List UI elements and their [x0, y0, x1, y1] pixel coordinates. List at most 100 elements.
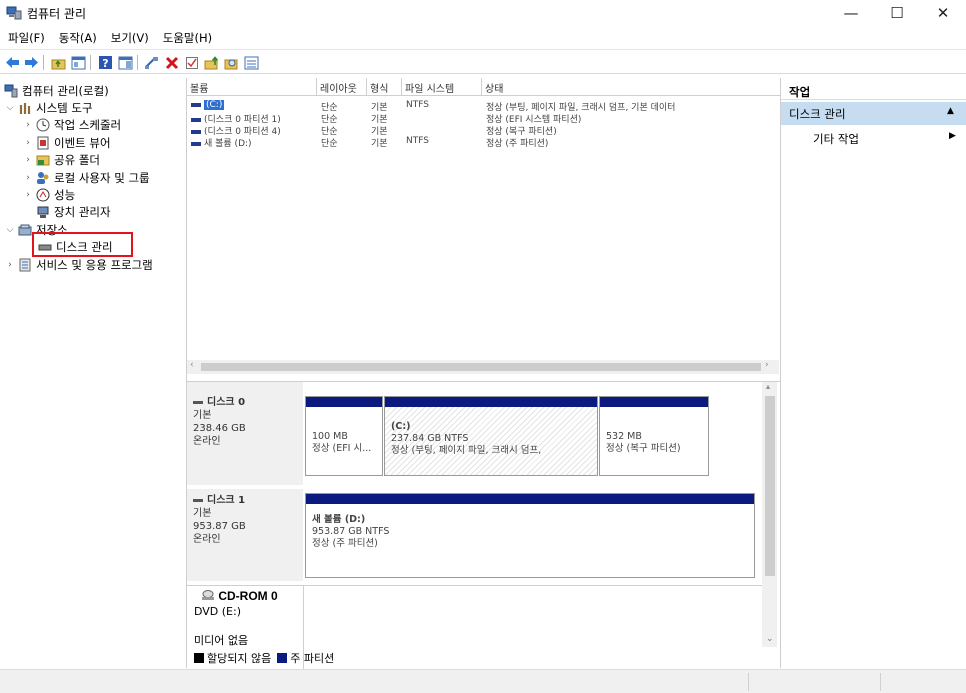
svg-text:?: ? [102, 57, 108, 70]
list-view-button[interactable] [243, 54, 260, 71]
minimize-button[interactable]: — [828, 0, 874, 26]
partition-recovery[interactable]: 532 MB 정상 (복구 파티션) [599, 396, 709, 476]
clock-icon [36, 118, 50, 132]
list-view-icon [244, 56, 259, 69]
disk-type: 기본 [193, 410, 212, 421]
partition-d[interactable]: 새 볼륨 (D:) 953.87 GB NTFS 정상 (주 파티션) [305, 493, 755, 578]
forward-button[interactable] [23, 54, 40, 71]
device-manager-icon [37, 206, 49, 218]
vertical-scrollbar[interactable]: ▴ ⌄ [762, 382, 777, 647]
tree-item-local-users[interactable]: › 로컬 사용자 및 그룹 [22, 169, 150, 187]
volume-cell: (디스크 0 파티션 4) [187, 124, 317, 135]
tree-label: 공유 폴더 [54, 153, 100, 167]
maximize-button[interactable]: ☐ [874, 0, 920, 26]
volume-cell: 새 볼륨 (D:) [187, 136, 317, 147]
layout-cell: 단순 [321, 127, 338, 135]
disk-0-info[interactable]: 디스크 0 기본 238.46 GB 온라인 [193, 396, 246, 448]
scroll-down-icon[interactable]: ⌄ [766, 634, 774, 644]
type-cell: 기본 [371, 127, 388, 135]
show-action-pane-button[interactable] [117, 54, 134, 71]
chevron-down-icon[interactable]: ⌵ [4, 225, 16, 235]
console-tree-icon [71, 56, 86, 69]
selection-highlight-box [32, 232, 133, 257]
search-folder-button[interactable] [223, 54, 240, 71]
menu-action[interactable]: 동작(A) [57, 28, 99, 48]
menu-file[interactable]: 파일(F) [6, 28, 47, 48]
up-folder-button[interactable] [50, 54, 67, 71]
folder-search-icon [224, 59, 238, 69]
menu-view[interactable]: 보기(V) [109, 28, 151, 48]
connect-button[interactable] [143, 54, 160, 71]
table-row[interactable]: 새 볼륨 (D:) 단순 기본 NTFS 정상 (주 파티션) [187, 136, 780, 147]
close-button[interactable]: ✕ [920, 0, 966, 26]
table-row[interactable]: (디스크 0 파티션 4) 단순 기본 정상 (복구 파티션) [187, 124, 780, 135]
computer-management-icon [4, 84, 18, 98]
tree-item-system-tools[interactable]: ⌵ 시스템 도구 [4, 99, 93, 117]
checklist-icon [185, 56, 198, 69]
column-header-layout[interactable]: 레이아웃 [317, 78, 367, 96]
event-viewer-icon [37, 136, 49, 150]
tree-item-event-viewer[interactable]: › 이벤트 뷰어 [22, 134, 110, 152]
tree-item-device-manager[interactable]: 장치 관리자 [34, 203, 111, 221]
layout-cell: 단순 [321, 139, 338, 147]
type-cell: 기본 [371, 115, 388, 123]
disk-1-info[interactable]: 디스크 1 기본 953.87 GB 온라인 [193, 494, 246, 546]
chevron-right-icon[interactable]: › [22, 173, 34, 183]
volume-cell: (C:) [187, 100, 317, 111]
scrollbar-thumb[interactable] [765, 396, 775, 576]
close-icon: ✕ [936, 4, 950, 22]
partition-legend: 할당되지 않음 주 파티션 [194, 650, 334, 666]
column-header-status[interactable]: 상태 [482, 78, 780, 96]
partition-efi[interactable]: 100 MB 정상 (EFI 시... [305, 396, 383, 476]
cdrom-drive: DVD (E:) [194, 605, 242, 618]
table-row[interactable]: (디스크 0 파티션 1) 단순 기본 정상 (EFI 시스템 파티션) [187, 112, 780, 123]
chevron-right-icon[interactable]: › [22, 120, 34, 130]
chevron-right-icon[interactable]: › [4, 260, 16, 270]
tree-item-services-apps[interactable]: › 서비스 및 응용 프로그램 [4, 256, 153, 274]
chevron-down-icon[interactable]: ⌵ [4, 103, 16, 113]
column-header-volume[interactable]: 볼륨 [187, 78, 317, 96]
delete-button[interactable] [163, 54, 180, 71]
disk-name: 디스크 0 [207, 397, 246, 408]
tree-label: 로컬 사용자 및 그룹 [54, 171, 150, 185]
delete-x-icon [165, 56, 178, 69]
users-icon [37, 172, 49, 184]
menu-help[interactable]: 도움말(H) [161, 28, 214, 48]
filesystem-cell [402, 124, 482, 135]
scroll-left-icon[interactable]: ‹ [190, 360, 194, 370]
properties-button[interactable] [183, 54, 200, 71]
chevron-right-icon[interactable]: › [22, 155, 34, 165]
chevron-right-icon[interactable]: › [22, 138, 34, 148]
help-button[interactable]: ? [97, 54, 114, 71]
column-header-filesystem[interactable]: 파일 시스템 [402, 78, 482, 96]
scrollbar-thumb[interactable] [201, 363, 761, 371]
tree-item-task-scheduler[interactable]: › 작업 스케줄러 [22, 116, 121, 134]
shared-folder-icon [36, 155, 50, 166]
collapse-up-icon[interactable]: ▲ [947, 106, 954, 116]
layout-cell: 단순 [321, 103, 338, 111]
column-header-type[interactable]: 형식 [367, 78, 402, 96]
volume-list-header: 볼륨 레이아웃 형식 파일 시스템 상태 [187, 78, 780, 96]
window-title: 컴퓨터 관리 [27, 7, 87, 21]
filesystem-cell: NTFS [406, 100, 429, 110]
back-button[interactable] [4, 54, 21, 71]
show-hide-tree-button[interactable] [70, 54, 87, 71]
partition-c[interactable]: (C:) 237.84 GB NTFS 정상 (부팅, 페이지 파일, 크래시 덤프… [384, 396, 598, 476]
import-button[interactable] [203, 54, 220, 71]
actions-pane: 작업 디스크 관리 ▲ 기타 작업 ▶ [780, 78, 966, 668]
cdrom-info[interactable]: CD-ROM 0 DVD (E:) 미디어 없음 [194, 589, 278, 648]
cdrom-name: CD-ROM 0 [218, 589, 278, 603]
action-more-actions[interactable]: 기타 작업 ▶ [781, 127, 966, 147]
action-group-label: 디스크 관리 [789, 107, 846, 121]
title-bar: 컴퓨터 관리 — ☐ ✕ [0, 0, 966, 26]
tree-item-shared-folders[interactable]: › 공유 폴더 [22, 151, 100, 169]
tree-item-performance[interactable]: › 성능 [22, 186, 75, 204]
action-group-disk-management[interactable]: 디스크 관리 ▲ [781, 102, 966, 125]
table-row[interactable]: (C:) 단순 기본 NTFS 정상 (부팅, 페이지 파일, 크래시 덤프, … [187, 100, 780, 111]
scroll-up-icon[interactable]: ▴ [766, 382, 770, 391]
horizontal-scrollbar[interactable]: ‹ › [187, 360, 779, 374]
disk-name: 디스크 1 [207, 495, 246, 506]
chevron-right-icon[interactable]: › [22, 190, 34, 200]
tree-item-computer-management-local[interactable]: 컴퓨터 관리(로컬) [4, 82, 109, 100]
scroll-right-icon[interactable]: › [765, 360, 769, 370]
